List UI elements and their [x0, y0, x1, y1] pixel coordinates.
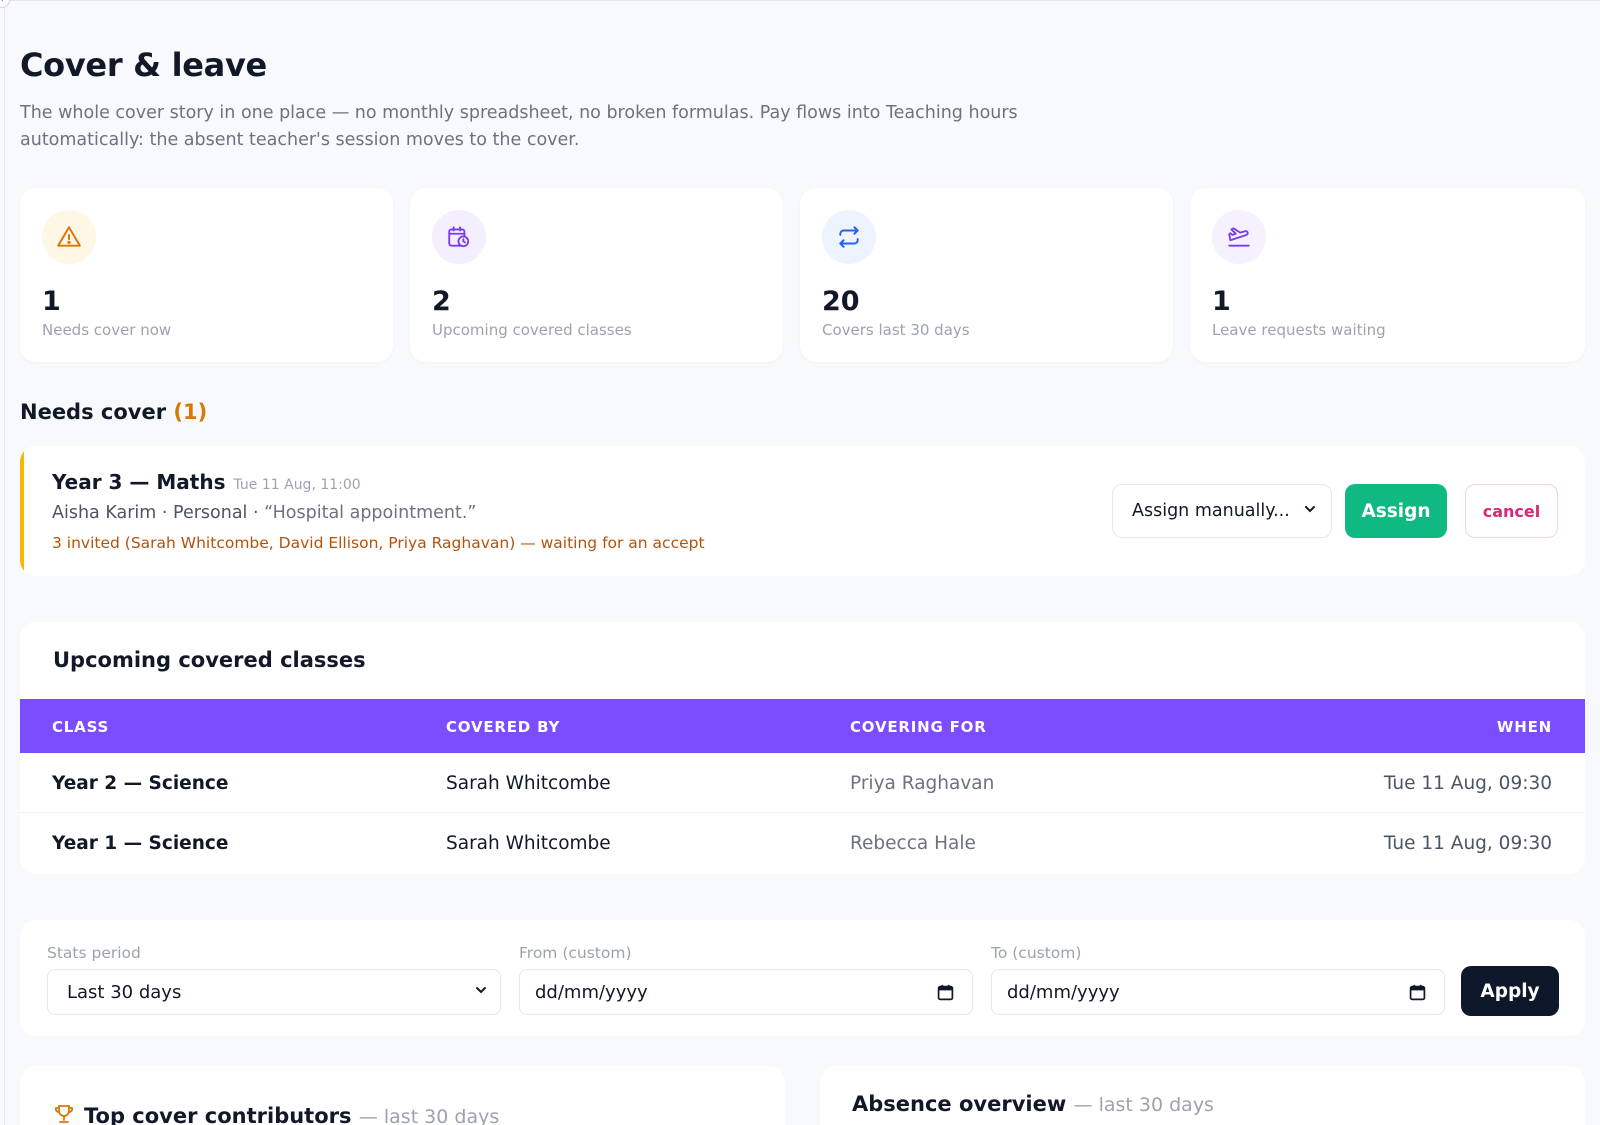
- table-header: CLASS COVERED BY COVERING FOR WHEN: [20, 699, 1585, 753]
- stat-card-needs-cover[interactable]: 1 Needs cover now: [20, 188, 393, 362]
- from-date-input[interactable]: dd/mm/yyyy: [519, 969, 973, 1015]
- absence-overview-suffix: — last 30 days: [1073, 1094, 1214, 1116]
- to-date-placeholder: dd/mm/yyyy: [1007, 981, 1120, 1003]
- needs-cover-heading: Needs cover (1): [20, 400, 207, 424]
- column-header-when: WHEN: [1496, 718, 1552, 736]
- stat-label: Needs cover now: [42, 321, 172, 339]
- stat-value: 1: [1212, 286, 1231, 317]
- cell-covering-for: Priya Raghavan: [850, 773, 995, 794]
- stat-value: 20: [822, 286, 860, 317]
- table-title: Upcoming covered classes: [53, 648, 366, 672]
- cell-class: Year 1 — Science: [52, 833, 229, 854]
- from-date-placeholder: dd/mm/yyyy: [535, 981, 648, 1003]
- absence-overview-card: Absence overview — last 30 days: [820, 1066, 1585, 1125]
- trophy-icon: [52, 1102, 76, 1125]
- from-date-label: From (custom): [519, 944, 632, 962]
- cell-covered-by: Sarah Whitcombe: [446, 773, 611, 794]
- cell-class: Year 2 — Science: [52, 773, 229, 794]
- top-contributors-card: Top cover contributors — last 30 days: [20, 1066, 785, 1125]
- absence-overview-title: Absence overview — last 30 days: [852, 1092, 1214, 1116]
- stat-label: Covers last 30 days: [822, 321, 970, 339]
- stat-label: Leave requests waiting: [1212, 321, 1386, 339]
- to-date-input[interactable]: dd/mm/yyyy: [991, 969, 1445, 1015]
- cover-time: Tue 11 Aug, 11:00: [233, 477, 361, 493]
- top-border: [4, 0, 1600, 1]
- cell-covering-for: Rebecca Hale: [850, 833, 976, 854]
- stat-label: Upcoming covered classes: [432, 321, 632, 339]
- calendar-icon[interactable]: [1409, 984, 1426, 1006]
- stats-row: 1 Needs cover now 2 Upcoming covered cla…: [20, 188, 1585, 362]
- apply-button[interactable]: Apply: [1461, 966, 1559, 1016]
- chevron-down-icon: [474, 983, 488, 1001]
- stat-card-covers[interactable]: 20 Covers last 30 days: [800, 188, 1173, 362]
- needs-cover-count: (1): [173, 400, 208, 424]
- stats-filter-bar: Stats period Last 30 days From (custom) …: [20, 920, 1585, 1036]
- stats-period-select[interactable]: Last 30 days: [47, 969, 501, 1015]
- column-header-covered-by: COVERED BY: [446, 718, 561, 736]
- table-row[interactable]: Year 1 — Science Sarah Whitcombe Rebecca…: [20, 813, 1585, 873]
- assign-manually-select[interactable]: Assign manually...: [1112, 484, 1332, 538]
- upcoming-covered-table: Upcoming covered classes CLASS COVERED B…: [20, 622, 1585, 874]
- cover-class-title: Year 3 — Maths Tue 11 Aug, 11:00: [52, 470, 361, 494]
- cover-class-name: Year 3 — Maths: [52, 470, 226, 494]
- column-header-class: CLASS: [52, 718, 110, 736]
- assign-select-value: Assign manually...: [1132, 501, 1290, 521]
- cell-covered-by: Sarah Whitcombe: [446, 833, 611, 854]
- cover-teacher: Aisha Karim · Personal ·: [52, 503, 259, 523]
- stat-value: 2: [432, 286, 451, 317]
- collapse-arrow-icon[interactable]: ‹: [0, 0, 10, 8]
- page-title: Cover & leave: [20, 46, 267, 84]
- stat-card-leave[interactable]: 1 Leave requests waiting: [1190, 188, 1585, 362]
- stat-card-upcoming[interactable]: 2 Upcoming covered classes: [410, 188, 783, 362]
- stats-period-label: Stats period: [47, 944, 141, 962]
- stats-period-value: Last 30 days: [67, 981, 182, 1003]
- cell-when: Tue 11 Aug, 09:30: [1383, 833, 1552, 854]
- column-header-covering-for: COVERING FOR: [850, 718, 987, 736]
- table-row[interactable]: Year 2 — Science Sarah Whitcombe Priya R…: [20, 753, 1585, 813]
- chevron-down-icon: [1303, 502, 1317, 520]
- warning-icon: [42, 210, 96, 264]
- stat-value: 1: [42, 286, 61, 317]
- cover-invited-status: 3 invited (Sarah Whitcombe, David Elliso…: [52, 534, 705, 552]
- cell-when: Tue 11 Aug, 09:30: [1383, 773, 1552, 794]
- absence-overview-label: Absence overview: [852, 1092, 1067, 1116]
- plane-departure-icon: [1212, 210, 1266, 264]
- left-border: [4, 0, 5, 1125]
- calendar-icon[interactable]: [937, 984, 954, 1006]
- needs-cover-label: Needs cover: [20, 400, 167, 424]
- to-date-label: To (custom): [991, 944, 1082, 962]
- top-contributors-suffix: — last 30 days: [358, 1106, 500, 1125]
- top-contributors-title: Top cover contributors — last 30 days: [52, 1102, 499, 1125]
- cancel-button[interactable]: cancel: [1465, 484, 1558, 538]
- cover-teacher-line: Aisha Karim · Personal · “Hospital appoi…: [52, 503, 476, 523]
- cover-reason: “Hospital appointment.”: [264, 503, 477, 523]
- swap-arrows-icon: [822, 210, 876, 264]
- top-contributors-label: Top cover contributors: [84, 1104, 352, 1125]
- needs-cover-card: Year 3 — Maths Tue 11 Aug, 11:00 Aisha Ka…: [20, 446, 1585, 576]
- page-subtitle: The whole cover story in one place — no …: [20, 103, 1018, 150]
- calendar-clock-icon: [432, 210, 486, 264]
- warning-accent-bar: [20, 446, 24, 576]
- assign-button[interactable]: Assign: [1345, 484, 1447, 538]
